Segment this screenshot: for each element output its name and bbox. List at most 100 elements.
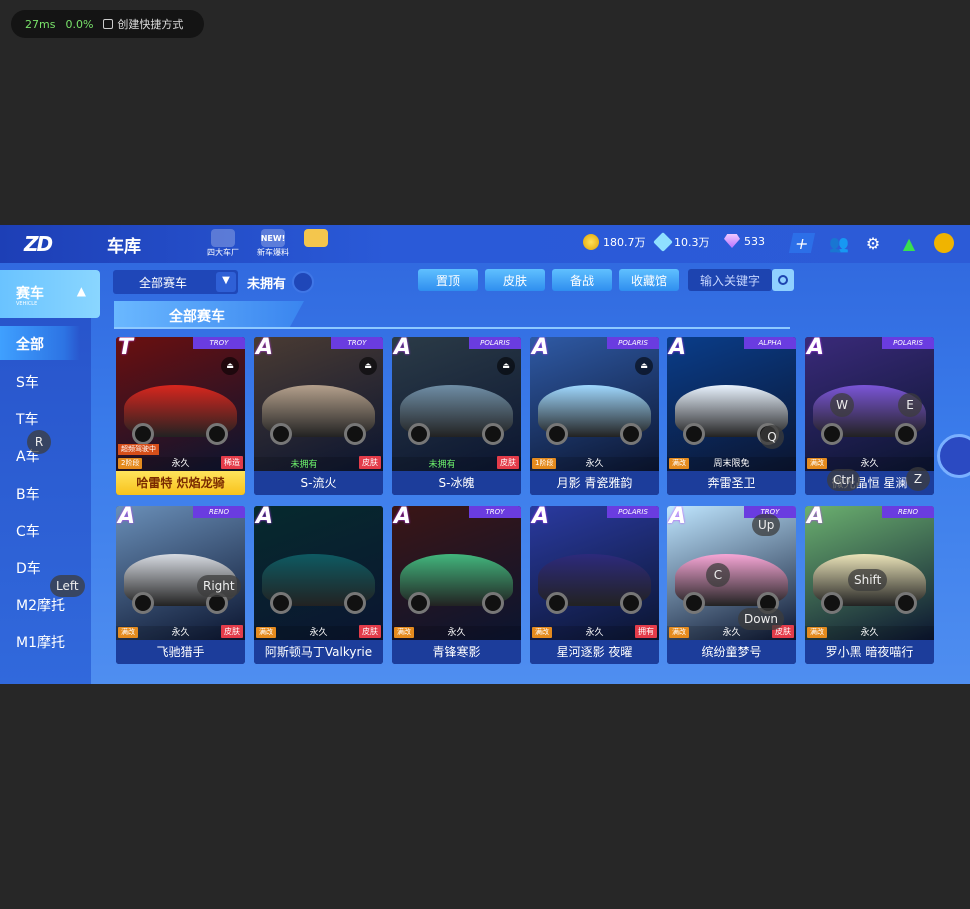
car-wheel (620, 592, 642, 614)
coin-counter: 180.7万 (583, 234, 646, 250)
eject-icon[interactable]: ⏏ (221, 357, 239, 375)
car-card[interactable]: T TROY ⏏ 永久 2阶段 稀造 超频驾驶中 哈雷特 炽焰龙骑 (116, 337, 245, 495)
car-card[interactable]: A TROY ⏏ 皮肤 未拥有 S-流火 (254, 337, 383, 495)
sidebar-category-vehicle[interactable]: 赛车 VEHICLE ▲ (0, 270, 100, 318)
car-wheel (270, 592, 292, 614)
car-brand: POLARIS (607, 506, 659, 518)
settings-button[interactable]: ⚙ (862, 233, 884, 253)
diamond-value: 533 (744, 234, 765, 248)
gear-icon: ⚙ (865, 233, 881, 253)
car-filter-dropdown[interactable]: 全部赛车 ▼ (113, 270, 238, 294)
tab-collection[interactable]: 收藏馆 (619, 269, 679, 291)
car-card[interactable]: A POLARIS ⏏ 皮肤 未拥有 S-冰魄 (392, 337, 521, 495)
tab-prepare[interactable]: 备战 (552, 269, 612, 291)
car-wheel (408, 423, 430, 445)
shortcut-label: 创建快捷方式 (117, 18, 184, 31)
car-filter-value: 全部赛车 (139, 276, 188, 290)
car-card[interactable]: A 永久 满改 皮肤 阿斯顿马丁Valkyrie (254, 506, 383, 664)
gift-button[interactable] (296, 229, 336, 259)
profile-button[interactable] (934, 233, 954, 253)
key-hint-overlay: Z (906, 467, 930, 491)
car-name: 阿斯顿马丁Valkyrie (254, 640, 383, 664)
key-hint-overlay: Right (197, 575, 241, 597)
diamond-counter: 533 (724, 234, 765, 248)
car-card[interactable]: A ALPHA 周末限免 满改 奔雷圣卫 (667, 337, 796, 495)
not-owned-toggle[interactable] (292, 271, 314, 293)
loss-text: 0.0% (65, 17, 94, 31)
car-card[interactable]: A TROY 永久 满改 青锋寒影 (392, 506, 521, 664)
car-art (254, 506, 383, 640)
car-name: 青锋寒影 (392, 640, 521, 664)
car-wheel (132, 592, 154, 614)
sidebar-item-t[interactable]: T车 (0, 401, 91, 435)
key-hint-overlay: Down (738, 608, 785, 630)
coin-icon (583, 234, 599, 250)
tab-pin-top[interactable]: 置顶 (418, 269, 478, 291)
add-currency-button[interactable]: + (788, 233, 816, 253)
car-art (116, 506, 245, 640)
friends-button[interactable]: 👥 (828, 233, 850, 253)
game-garage-screen: ZD 车库 四大车厂 NEW! 新车爆料 180.7万 10.3万 533 + … (0, 225, 970, 684)
category-sidebar: 赛车 VEHICLE ▲ 全部 S车 T车 A车 B车 C车 D车 M2摩托 M… (0, 270, 100, 684)
wifi-status: ▲ (898, 233, 920, 253)
key-hint-overlay: C (706, 563, 730, 587)
sidebar-item-b[interactable]: B车 (0, 476, 91, 510)
car-card[interactable]: A POLARIS 永久 满改 拥有 星河逐影 夜曜 (530, 506, 659, 664)
search-input[interactable]: 输入关键字 (688, 269, 772, 291)
car-grade: A (807, 506, 825, 529)
car-wheel (821, 592, 843, 614)
coin-value: 180.7万 (603, 236, 646, 249)
car-brand: RENO (193, 506, 245, 518)
car-owned-status: 未拥有 (290, 460, 318, 470)
create-shortcut-button[interactable]: 创建快捷方式 (103, 16, 183, 32)
eject-icon[interactable]: ⏏ (497, 357, 515, 375)
car-wheel (821, 423, 843, 445)
car-grade: A (256, 337, 274, 360)
eject-icon[interactable]: ⏏ (359, 357, 377, 375)
car-driving-badge: 超频驾驶中 (118, 444, 159, 455)
car-card[interactable]: A POLARIS ⏏ 永久 1阶段 月影 青瓷雅韵 (530, 337, 659, 495)
four-factories-button[interactable]: 四大车厂 (203, 229, 243, 259)
car-name: 飞驰猎手 (116, 640, 245, 664)
car-tag-left: 1阶段 (532, 458, 557, 469)
car-tag-left: 满改 (669, 627, 689, 638)
plus-icon: + (793, 233, 811, 253)
car-name: 罗小黑 暗夜喵行 (805, 640, 934, 664)
eject-icon[interactable]: ⏏ (635, 357, 653, 375)
not-owned-label: 未拥有 (247, 277, 287, 292)
car-name: 哈雷特 炽焰龙骑 (116, 471, 245, 495)
car-tag-right: 皮肤 (359, 456, 381, 469)
car-wheel (344, 592, 366, 614)
sidebar-category-sub: VEHICLE (16, 301, 38, 307)
car-wheel (482, 423, 504, 445)
car-brand: TROY (469, 506, 521, 518)
key-hint-overlay: R (27, 430, 51, 454)
sidebar-item-c[interactable]: C车 (0, 513, 91, 547)
section-header: 全部赛车 (114, 301, 790, 329)
perf-overlay: 27ms 0.0% 创建快捷方式 (11, 10, 204, 38)
section-title: 全部赛车 (169, 309, 225, 325)
car-owned-status: 未拥有 (428, 460, 456, 470)
sidebar-item-m1[interactable]: M1摩托 (0, 624, 91, 658)
car-wheel (206, 423, 228, 445)
new-car-news-button[interactable]: NEW! 新车爆料 (253, 229, 293, 259)
car-tag-right: 皮肤 (359, 625, 381, 638)
search-button[interactable] (772, 269, 794, 291)
key-hint-overlay: Ctrl (827, 469, 861, 491)
car-grade: A (118, 506, 136, 529)
friends-icon: 👥 (829, 233, 849, 253)
car-name: 月影 青瓷雅韵 (530, 471, 659, 495)
car-grade: T (118, 337, 134, 360)
key-hint-overlay: Left (50, 575, 85, 597)
key-hint-overlay: Up (752, 514, 781, 536)
top-bar: ZD 车库 四大车厂 NEW! 新车爆料 180.7万 10.3万 533 + … (0, 225, 970, 263)
sidebar-item-all[interactable]: 全部 (0, 326, 80, 360)
car-art (667, 337, 796, 471)
car-tag-left: 2阶段 (118, 458, 143, 469)
sidebar-item-s[interactable]: S车 (0, 364, 91, 398)
car-brand: TROY (331, 337, 383, 349)
car-tag-right: 皮肤 (497, 456, 519, 469)
side-expand-button[interactable] (937, 434, 970, 478)
game-logo: ZD (24, 232, 53, 256)
tab-skins[interactable]: 皮肤 (485, 269, 545, 291)
